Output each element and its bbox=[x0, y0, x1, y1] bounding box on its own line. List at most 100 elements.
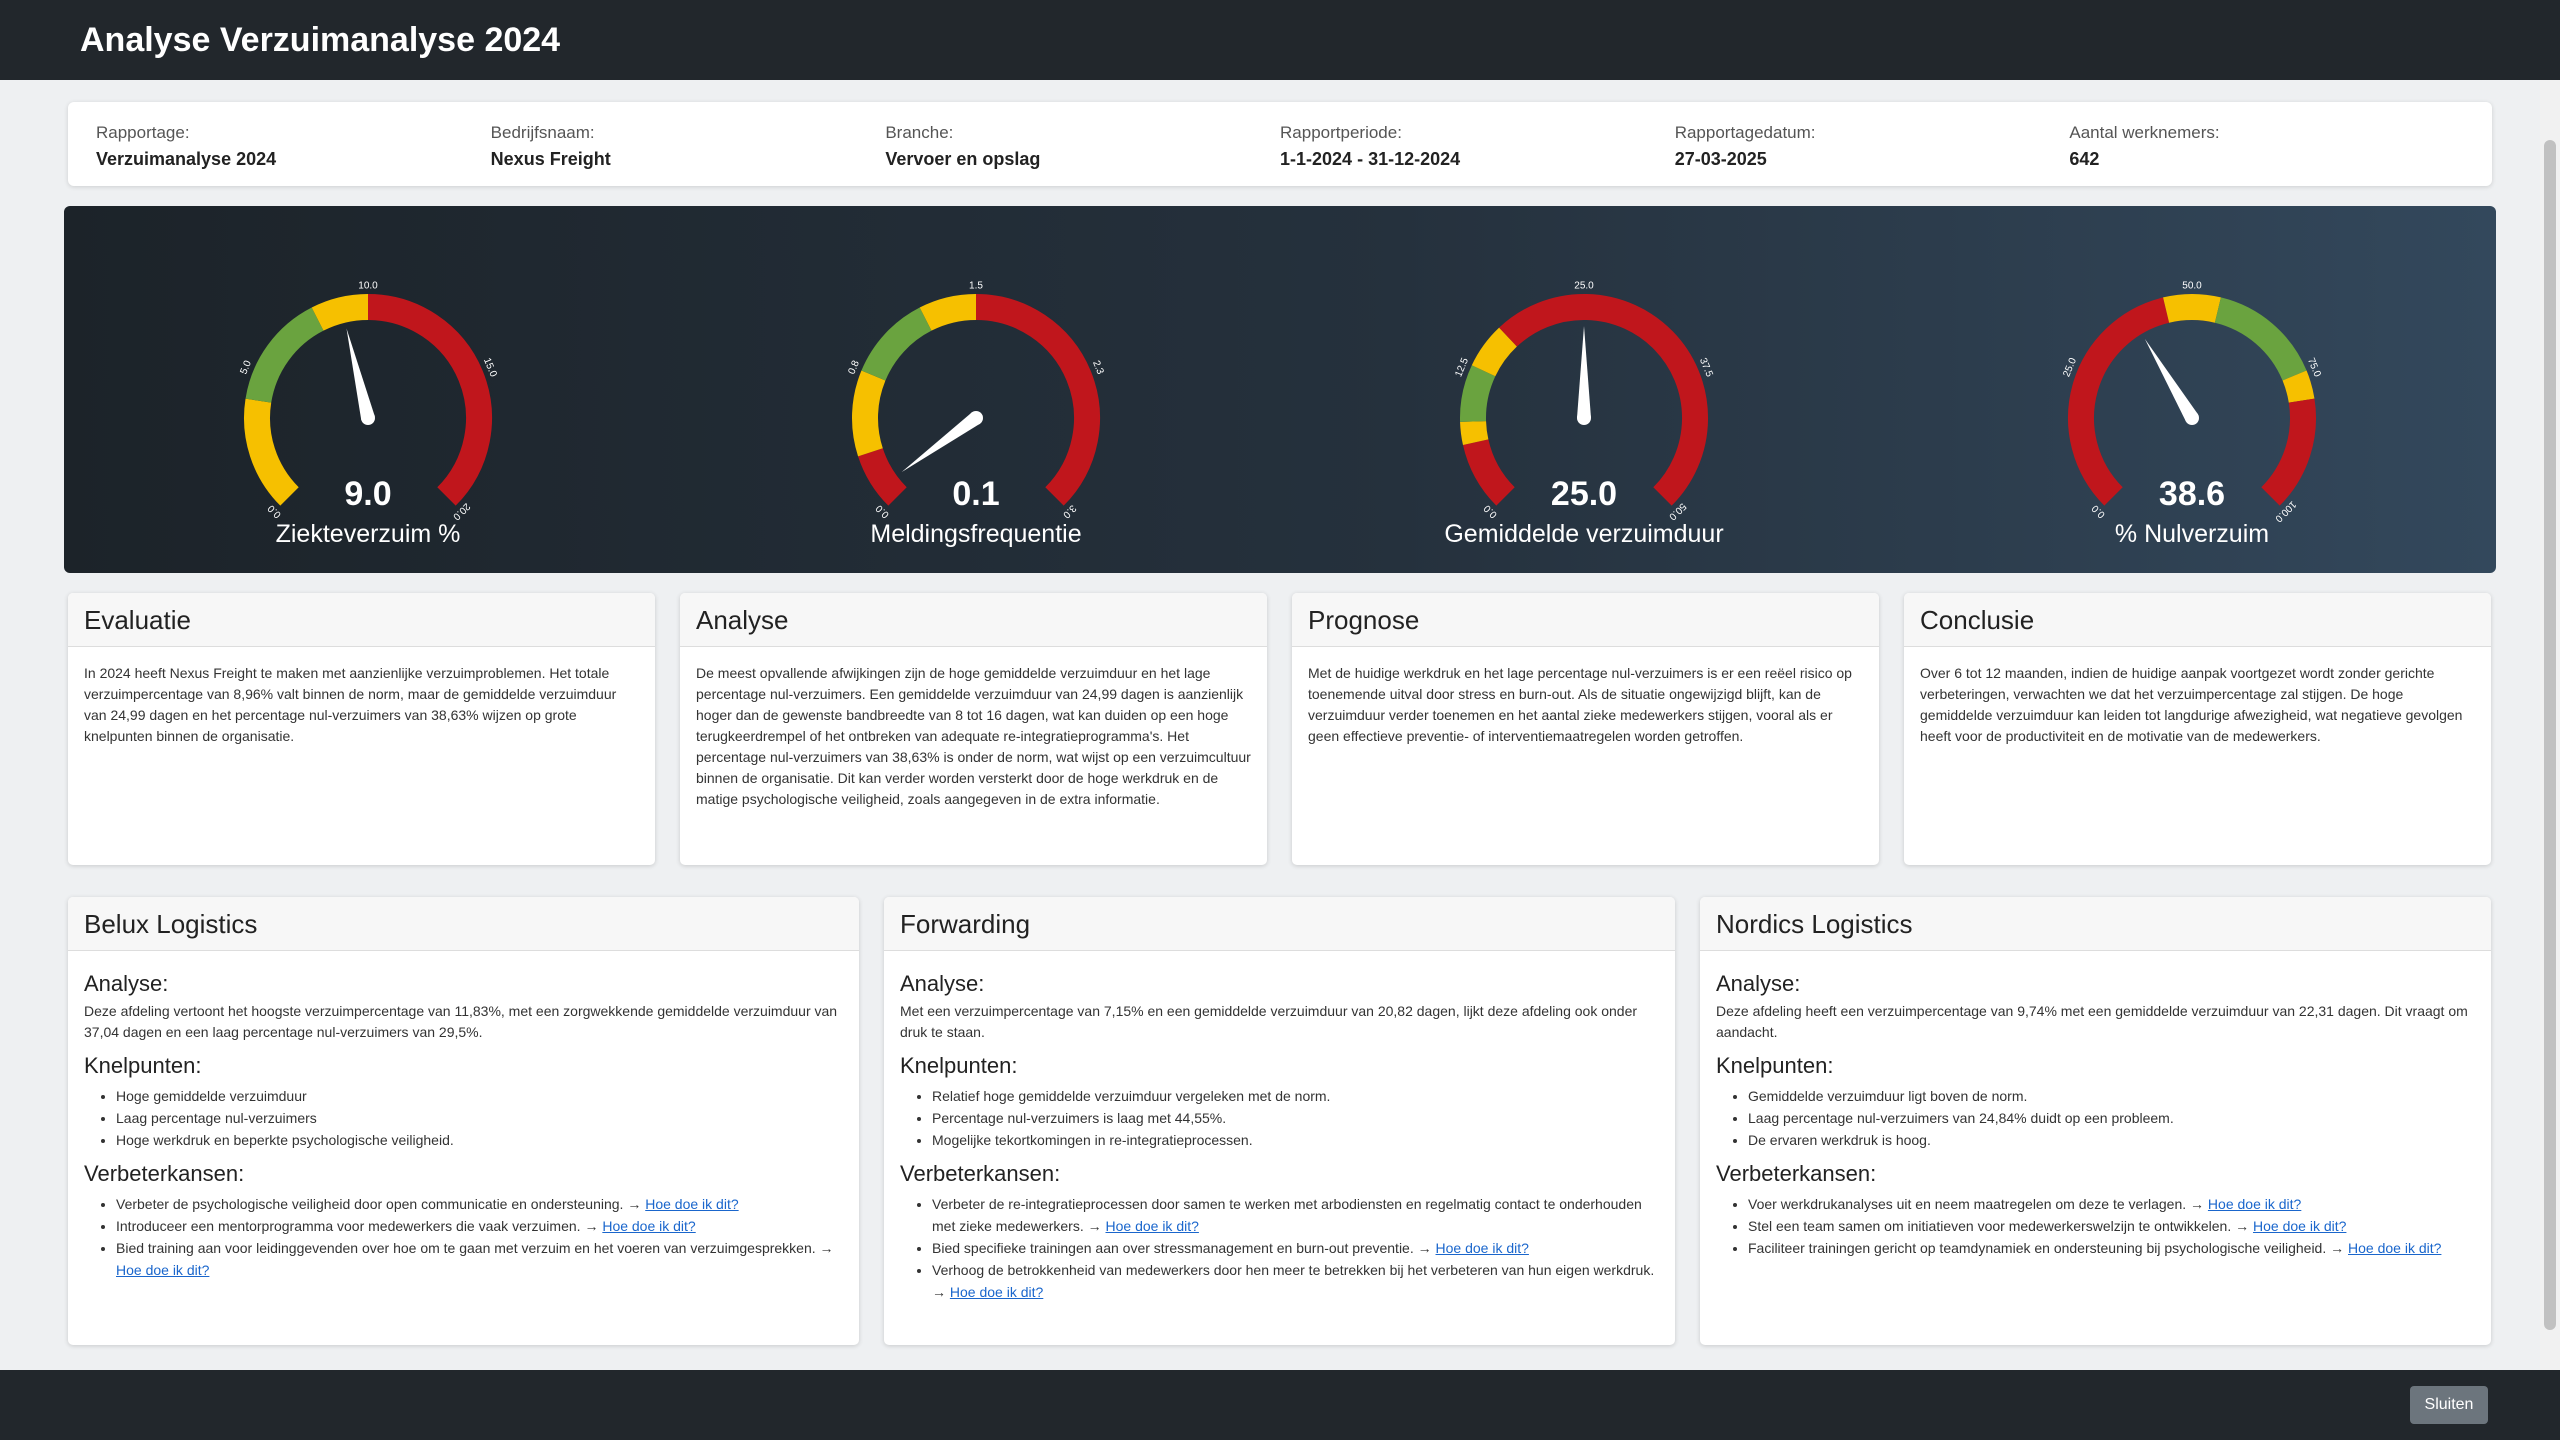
gauge-label: Gemiddelde verzuimduur bbox=[1444, 520, 1724, 548]
gauge-band bbox=[311, 294, 369, 331]
arrow-icon: → bbox=[819, 1240, 834, 1256]
gauge-band bbox=[245, 307, 324, 404]
card-text: De meest opvallende afwijkingen zijn de … bbox=[696, 665, 1251, 807]
arrow-icon: → bbox=[2235, 1218, 2250, 1234]
opportunity-text: Faciliteer trainingen gericht op teamdyn… bbox=[1748, 1240, 2327, 1256]
gauge-band bbox=[367, 294, 492, 506]
gauge-needle-hub bbox=[361, 411, 375, 425]
list-item: Verbeter de psychologische veiligheid do… bbox=[116, 1193, 843, 1215]
arrow-icon: → bbox=[2330, 1240, 2345, 1256]
how-to-link[interactable]: Hoe doe ik dit? bbox=[2348, 1240, 2441, 1256]
list-item: Relatief hoge gemiddelde verzuimduur ver… bbox=[932, 1085, 1659, 1107]
list-item: Hoge gemiddelde verzuimduur bbox=[116, 1085, 843, 1107]
opportunity-text: Verbeter de psychologische veiligheid do… bbox=[116, 1196, 624, 1212]
footer-bar: Sluiten bbox=[0, 1370, 2560, 1440]
how-to-link[interactable]: Hoe doe ik dit? bbox=[950, 1284, 1043, 1300]
meta-employees: Aantal werknemers: 642 bbox=[2069, 102, 2464, 186]
gauge-needle bbox=[1577, 326, 1591, 418]
meta-value: 1-1-2024 - 31-12-2024 bbox=[1280, 149, 1461, 169]
opportunities-heading: Verbeterkansen: bbox=[900, 1161, 1061, 1186]
list-item: Verhoog de betrokkenheid van medewerkers… bbox=[932, 1259, 1659, 1303]
gauge-tick-label: 5.0 bbox=[238, 359, 254, 376]
opportunities-heading: Verbeterkansen: bbox=[1716, 1161, 1877, 1186]
gauge-value: 0.1 bbox=[952, 475, 1000, 513]
gauge-tick-label: 50.0 bbox=[2182, 281, 2202, 292]
opportunities-heading: Verbeterkansen: bbox=[84, 1161, 245, 1186]
opportunity-text: Introduceer een mentorprogramma voor med… bbox=[116, 1218, 581, 1234]
dept-title: Belux Logistics bbox=[68, 897, 859, 951]
gauge-tick-label: 25.0 bbox=[1574, 281, 1594, 292]
list-item: Introduceer een mentorprogramma voor med… bbox=[116, 1215, 843, 1237]
gauge-band bbox=[1460, 420, 1489, 446]
list-item: Bied training aan voor leidinggevenden o… bbox=[116, 1237, 843, 1281]
how-to-link[interactable]: Hoe doe ik dit? bbox=[2253, 1218, 2346, 1234]
gauge-band bbox=[852, 370, 886, 457]
list-item: Voer werkdrukanalyses uit en neem maatre… bbox=[1748, 1193, 2475, 1215]
gauge-band bbox=[919, 294, 977, 331]
bottleneck-list: Relatief hoge gemiddelde verzuimduur ver… bbox=[932, 1085, 1659, 1151]
opportunity-text: Verhoog de betrokkenheid van medewerkers… bbox=[932, 1262, 1655, 1278]
card-text: Over 6 tot 12 maanden, indien de huidige… bbox=[1920, 665, 2463, 744]
dept-analysis: Deze afdeling heeft een verzuimpercentag… bbox=[1716, 1003, 2468, 1040]
arrow-icon: → bbox=[2190, 1196, 2205, 1212]
meta-value: 642 bbox=[2069, 149, 2100, 169]
gauge-label: % Nulverzuim bbox=[2114, 520, 2270, 548]
card-prognosis: Prognose Met de huidige werkdruk en het … bbox=[1292, 593, 1879, 865]
gauge-zero-absence: 0.0 25.0 50.0 75.0 100.0 38.6 % Nulverzuim bbox=[1888, 206, 2496, 573]
gauge-tick-label: 2.3 bbox=[1090, 359, 1106, 376]
gauge-needle-hub bbox=[1577, 411, 1591, 425]
how-to-link[interactable]: Hoe doe ik dit? bbox=[116, 1262, 209, 1278]
gauge-band bbox=[2282, 370, 2315, 404]
gauge-tick-label: 0.8 bbox=[846, 359, 862, 376]
meta-value: 27-03-2025 bbox=[1674, 149, 1767, 169]
gauge-needle-hub bbox=[969, 411, 983, 425]
dept-card-forwarding: Forwarding Analyse: Met een verzuimperce… bbox=[884, 897, 1675, 1345]
meta-industry: Branche: Vervoer en opslag bbox=[885, 102, 1280, 186]
gauge-tick-label: 1.5 bbox=[969, 281, 983, 292]
arrow-icon: → bbox=[1417, 1240, 1432, 1256]
meta-label: Bedrijfsnaam: bbox=[490, 123, 595, 142]
gauge-band bbox=[1460, 365, 1496, 422]
gauge-value: 9.0 bbox=[344, 475, 392, 513]
arrow-icon: → bbox=[584, 1218, 599, 1234]
how-to-link[interactable]: Hoe doe ik dit? bbox=[602, 1218, 695, 1234]
gauge-needle bbox=[346, 328, 375, 420]
report-content: Rapportage: Verzuimanalyse 2024 Bedrijfs… bbox=[0, 80, 2540, 1370]
card-title: Evaluatie bbox=[68, 593, 655, 647]
close-button[interactable]: Sluiten bbox=[2410, 1386, 2488, 1424]
card-analysis: Analyse De meest opvallende afwijkingen … bbox=[680, 593, 1267, 865]
how-to-link[interactable]: Hoe doe ik dit? bbox=[1106, 1218, 1199, 1234]
scrollbar-thumb[interactable] bbox=[2544, 140, 2556, 1330]
card-text: In 2024 heeft Nexus Freight te maken met… bbox=[84, 665, 617, 744]
list-item: Hoge werkdruk en beperkte psychologische… bbox=[116, 1129, 843, 1151]
gauge-frequency: 0.0 0.8 1.5 2.3 3.0 0.1 Meldingsfrequentie bbox=[672, 206, 1280, 573]
gauge-label: Ziekteverzuim % bbox=[275, 520, 461, 548]
dept-title: Nordics Logistics bbox=[1700, 897, 2491, 951]
dept-analysis: Deze afdeling vertoont het hoogste verzu… bbox=[84, 1003, 838, 1040]
analysis-heading: Analyse: bbox=[1716, 971, 1801, 996]
opportunity-text: Bied specifieke trainingen aan over stre… bbox=[932, 1240, 1414, 1256]
card-title: Conclusie bbox=[1904, 593, 2491, 647]
opportunity-list: Verbeter de psychologische veiligheid do… bbox=[116, 1193, 843, 1281]
meta-label: Rapportagedatum: bbox=[1674, 123, 1816, 142]
list-item: Stel een team samen om initiatieven voor… bbox=[1748, 1215, 2475, 1237]
meta-label: Branche: bbox=[885, 123, 954, 142]
how-to-link[interactable]: Hoe doe ik dit? bbox=[2208, 1196, 2301, 1212]
analysis-heading: Analyse: bbox=[84, 971, 169, 996]
card-conclusion: Conclusie Over 6 tot 12 maanden, indien … bbox=[1904, 593, 2491, 865]
how-to-link[interactable]: Hoe doe ik dit? bbox=[1436, 1240, 1529, 1256]
gauge-needle bbox=[901, 412, 981, 473]
dept-card-belux: Belux Logistics Analyse: Deze afdeling v… bbox=[68, 897, 859, 1345]
page-scrollbar[interactable] bbox=[2540, 80, 2560, 1370]
gauge-needle-hub bbox=[2185, 411, 2199, 425]
bottlenecks-heading: Knelpunten: bbox=[900, 1053, 1018, 1078]
meta-period: Rapportperiode: 1-1-2024 - 31-12-2024 bbox=[1280, 102, 1675, 186]
bottlenecks-heading: Knelpunten: bbox=[84, 1053, 202, 1078]
analysis-heading: Analyse: bbox=[900, 971, 985, 996]
bottleneck-list: Gemiddelde verzuimduur ligt boven de nor… bbox=[1748, 1085, 2475, 1151]
list-item: Laag percentage nul-verzuimers bbox=[116, 1107, 843, 1129]
meta-label: Rapportperiode: bbox=[1280, 123, 1402, 142]
how-to-link[interactable]: Hoe doe ik dit? bbox=[645, 1196, 738, 1212]
gauge-tick-label: 10.0 bbox=[358, 281, 378, 292]
card-title: Prognose bbox=[1292, 593, 1879, 647]
